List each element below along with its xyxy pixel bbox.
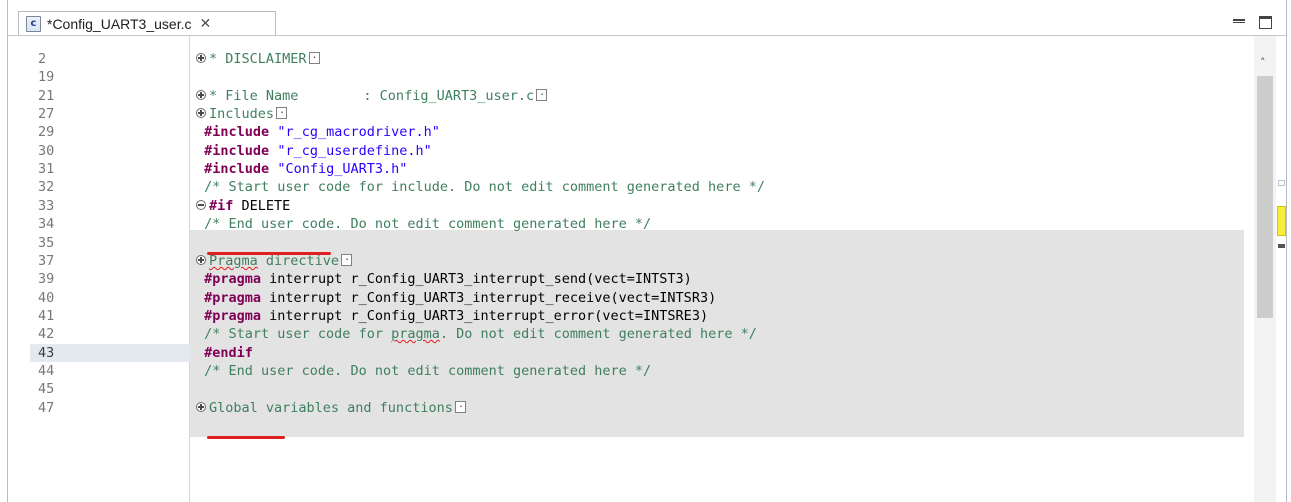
line-number: 39 xyxy=(38,271,55,287)
maximize-icon[interactable] xyxy=(1259,16,1272,29)
code-line[interactable]: #include "Config_UART3.h" xyxy=(196,160,407,178)
editor-window: c *Config_UART3_user.c ✕ 2 * DISCLAIMER 19… xyxy=(7,0,1287,502)
line-number-gutter xyxy=(8,36,188,502)
line-number: 29 xyxy=(38,124,55,140)
annotation-underline-if-delete xyxy=(207,252,331,255)
code-line[interactable]: /* End user code. Do not edit comment ge… xyxy=(196,362,651,380)
line-number: 43 xyxy=(30,344,190,362)
line-number: 37 xyxy=(38,253,55,269)
line-number: 31 xyxy=(38,161,55,177)
line-number: 21 xyxy=(38,88,55,104)
code-line[interactable]: /* End user code. Do not edit comment ge… xyxy=(196,215,651,233)
overview-marker-current xyxy=(1278,244,1285,248)
line-number: 33 xyxy=(38,198,55,214)
tab-bar: c *Config_UART3_user.c ✕ xyxy=(8,0,1286,36)
line-number: 45 xyxy=(38,381,55,397)
line-number: 27 xyxy=(38,106,55,122)
overview-marker-highlight xyxy=(1277,206,1286,236)
line-number: 2 xyxy=(38,51,47,67)
code-line[interactable]: #pragma interrupt r_Config_UART3_interru… xyxy=(196,289,716,307)
scrollbar-thumb[interactable] xyxy=(1257,76,1273,318)
code-editor[interactable]: 2 * DISCLAIMER 19 21 * File Name : Config_UA… xyxy=(8,36,1286,502)
line-number: 42 xyxy=(38,326,55,342)
line-number: 41 xyxy=(38,308,55,324)
tab-title: *Config_UART3_user.c xyxy=(47,15,192,32)
code-line[interactable]: #pragma interrupt r_Config_UART3_interru… xyxy=(196,270,692,288)
code-line[interactable]: /* Start user code for include. Do not e… xyxy=(196,178,765,196)
scroll-up-arrow-icon[interactable]: ˄ xyxy=(1260,56,1266,69)
code-line[interactable]: #pragma interrupt r_Config_UART3_interru… xyxy=(196,307,708,325)
code-line[interactable]: * DISCLAIMER xyxy=(196,47,320,68)
minimize-icon[interactable] xyxy=(1232,17,1246,29)
code-line[interactable]: #include "r_cg_userdefine.h" xyxy=(196,142,432,160)
code-line[interactable]: * File Name : Config_UART3_user.c xyxy=(196,84,548,105)
overview-ruler xyxy=(1276,36,1286,502)
code-line[interactable]: /* Start user code for pragma. Do not ed… xyxy=(196,325,757,343)
code-line[interactable]: #endif xyxy=(196,344,253,362)
editor-tab[interactable]: c *Config_UART3_user.c ✕ xyxy=(18,11,276,35)
line-number: 40 xyxy=(38,290,55,306)
c-file-icon: c xyxy=(26,15,41,32)
code-line[interactable]: Includes xyxy=(196,102,288,123)
line-number: 19 xyxy=(38,69,55,85)
line-number: 30 xyxy=(38,143,55,159)
line-number: 47 xyxy=(38,400,55,416)
line-number: 44 xyxy=(38,363,55,379)
line-number: 32 xyxy=(38,179,55,195)
line-number: 34 xyxy=(38,216,55,232)
code-line[interactable]: Global variables and functions xyxy=(196,396,466,417)
code-line[interactable]: #if DELETE xyxy=(196,197,290,215)
code-line[interactable]: #include "r_cg_macrodriver.h" xyxy=(196,123,440,141)
overview-marker xyxy=(1278,180,1285,186)
line-number: 35 xyxy=(38,235,55,251)
annotation-underline-endif xyxy=(207,436,285,439)
close-icon[interactable]: ✕ xyxy=(199,16,211,32)
